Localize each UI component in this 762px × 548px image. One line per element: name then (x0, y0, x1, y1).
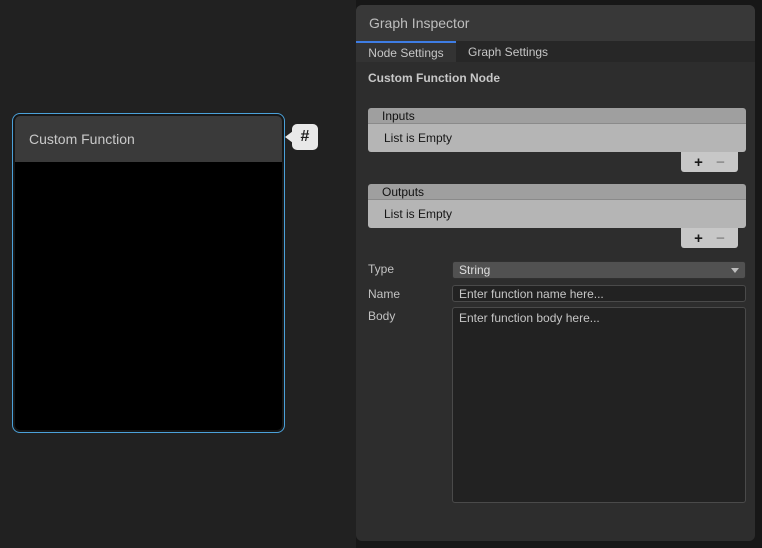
name-label: Name (368, 285, 452, 301)
dropdown-arrow-icon (731, 268, 739, 273)
type-row: Type String (368, 260, 746, 279)
inputs-empty-row: List is Empty (368, 124, 746, 152)
node-title: Custom Function (29, 131, 135, 147)
inputs-list-header-label: Inputs (382, 109, 415, 123)
node-settings-badge[interactable]: # (292, 124, 318, 150)
tab-node-settings-label: Node Settings (368, 46, 443, 60)
graph-inspector-panel: Graph Inspector Node Settings Graph Sett… (356, 5, 755, 541)
inputs-remove-button[interactable]: − (716, 155, 725, 170)
inputs-list: Inputs List is Empty + − (368, 108, 746, 172)
inspector-tabbar: Node Settings Graph Settings (356, 41, 755, 62)
inputs-list-footer: + − (368, 152, 746, 172)
custom-function-node[interactable]: Custom Function (12, 113, 285, 433)
inspector-dock: Graph Inspector Node Settings Graph Sett… (356, 0, 762, 548)
tab-graph-settings-label: Graph Settings (468, 45, 548, 59)
type-dropdown-value: String (459, 263, 731, 277)
type-dropdown[interactable]: String (452, 261, 746, 279)
name-row: Name (368, 285, 746, 302)
tab-graph-settings[interactable]: Graph Settings (456, 41, 560, 62)
inputs-empty-label: List is Empty (384, 131, 452, 145)
body-row: Body (368, 307, 746, 503)
inspector-titlebar[interactable]: Graph Inspector (356, 5, 755, 41)
inputs-list-buttons: + − (681, 152, 738, 172)
tab-node-settings[interactable]: Node Settings (356, 41, 456, 62)
function-name-input[interactable] (452, 285, 746, 302)
outputs-remove-button[interactable]: − (716, 231, 725, 246)
outputs-list-header: Outputs (368, 184, 746, 200)
inspector-title: Graph Inspector (369, 15, 469, 31)
custom-function-node-frame: Custom Function (15, 116, 282, 430)
type-label: Type (368, 260, 452, 276)
graph-canvas[interactable]: Custom Function # (0, 0, 356, 548)
outputs-list-footer: + − (368, 228, 746, 248)
outputs-list-header-label: Outputs (382, 185, 424, 199)
outputs-list-buttons: + − (681, 228, 738, 248)
node-header[interactable]: Custom Function (15, 116, 282, 162)
outputs-empty-label: List is Empty (384, 207, 452, 221)
inputs-add-button[interactable]: + (694, 155, 703, 170)
outputs-list: Outputs List is Empty + − (368, 184, 746, 248)
inputs-list-header: Inputs (368, 108, 746, 124)
function-body-textarea[interactable] (452, 307, 746, 503)
body-label: Body (368, 307, 452, 323)
node-body (15, 162, 282, 430)
outputs-add-button[interactable]: + (694, 231, 703, 246)
hash-icon: # (301, 128, 310, 146)
section-title: Custom Function Node (368, 71, 746, 85)
outputs-empty-row: List is Empty (368, 200, 746, 228)
inspector-content: Custom Function Node Inputs List is Empt… (356, 62, 755, 541)
